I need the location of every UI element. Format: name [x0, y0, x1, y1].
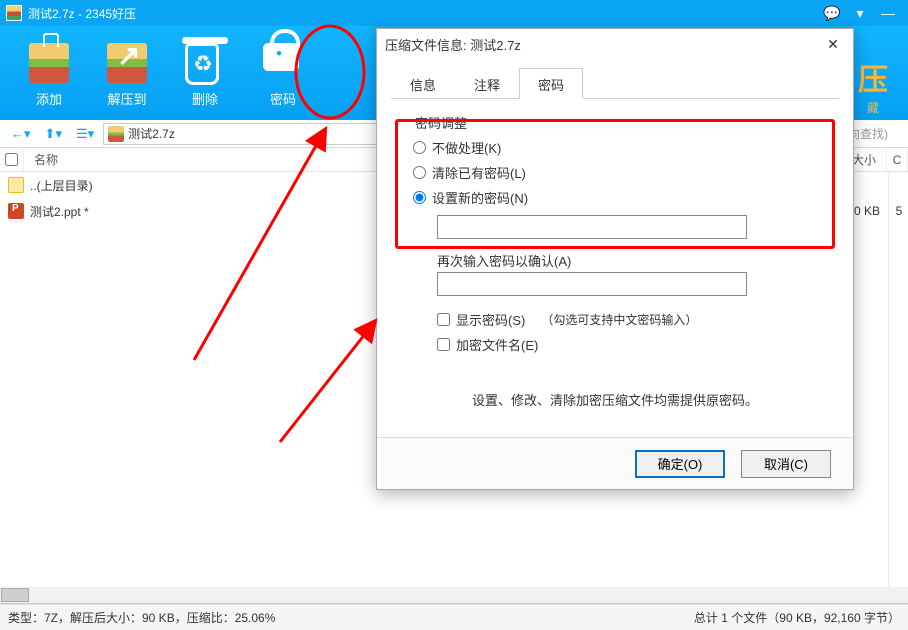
view-list-button[interactable]: ☰▾: [71, 124, 99, 144]
tab-info[interactable]: 信息: [391, 68, 455, 99]
ppt-icon: [8, 203, 24, 219]
address-text: 测试2.7z: [128, 125, 175, 142]
opt-show-password[interactable]: 显示密码(S): [437, 310, 525, 329]
opt-set[interactable]: 设置新的密码(N): [413, 188, 829, 207]
dialog-note: 设置、修改、清除加密压缩文件均需提供原密码。: [401, 390, 829, 409]
radio-set[interactable]: [413, 191, 426, 204]
status-left: 类型：7Z，解压后大小：90 KB，压缩比：25.06%: [8, 609, 275, 626]
dialog-buttons: 确定(O) 取消(C): [377, 437, 853, 489]
col-right[interactable]: C: [887, 148, 908, 171]
opt-encrypt-names[interactable]: 加密文件名(E): [437, 335, 538, 354]
opt-clear[interactable]: 清除已有密码(L): [413, 163, 829, 182]
lock-icon: [263, 43, 299, 71]
scrollbar-thumb[interactable]: [1, 588, 29, 602]
h-scrollbar[interactable]: [0, 587, 908, 603]
password-fieldset: 密码调整 不做处理(K) 清除已有密码(L) 设置新的密码(N) 再次输入密码以…: [401, 113, 829, 354]
feedback-icon[interactable]: 💬: [818, 5, 846, 22]
dialog-tabs: 信息 注释 密码: [391, 67, 839, 99]
delete-label: 删除: [166, 89, 244, 108]
dialog-title: 压缩文件信息: 测试2.7z: [385, 35, 521, 54]
title-bar: 测试2.7z - 2345好压 💬 ▾ —: [0, 0, 908, 26]
add-icon: [29, 43, 69, 83]
checkbox-encrypt-names[interactable]: [437, 338, 450, 351]
app-icon: [6, 5, 22, 21]
ok-button[interactable]: 确定(O): [635, 450, 725, 478]
dialog-body: 密码调整 不做处理(K) 清除已有密码(L) 设置新的密码(N) 再次输入密码以…: [377, 99, 853, 437]
password-input[interactable]: [437, 215, 747, 239]
opt-keep[interactable]: 不做处理(K): [413, 138, 829, 157]
password-button[interactable]: 密码: [244, 29, 322, 116]
delete-button[interactable]: 删除: [166, 43, 244, 116]
add-label: 添加: [10, 89, 88, 108]
extract-label: 解压到: [88, 89, 166, 108]
archive-icon: [108, 126, 124, 142]
window-title: 测试2.7z - 2345好压: [28, 5, 136, 22]
select-all-checkbox[interactable]: [0, 148, 24, 171]
checkbox-show-password[interactable]: [437, 313, 450, 326]
up-button[interactable]: ⬆▾: [40, 124, 67, 144]
trash-icon: [185, 43, 219, 85]
right-badge: 压 藏: [848, 55, 898, 116]
back-button[interactable]: ←▾: [6, 124, 36, 144]
radio-clear[interactable]: [413, 166, 426, 179]
status-right: 总计 1 个文件（90 KB，92,160 字节）: [694, 609, 900, 626]
password-confirm-input[interactable]: [437, 272, 747, 296]
confirm-label: 再次输入密码以确认(A): [437, 251, 829, 270]
archive-info-dialog: 压缩文件信息: 测试2.7z ✕ 信息 注释 密码 密码调整 不做处理(K) 清…: [376, 28, 854, 490]
tab-password[interactable]: 密码: [519, 68, 583, 99]
extract-button[interactable]: 解压到: [88, 43, 166, 116]
menu-icon[interactable]: ▾: [846, 5, 874, 22]
extract-icon: [107, 43, 147, 83]
dialog-title-bar[interactable]: 压缩文件信息: 测试2.7z ✕: [377, 29, 853, 59]
add-button[interactable]: 添加: [10, 43, 88, 116]
password-label: 密码: [244, 89, 322, 108]
status-bar: 类型：7Z，解压后大小：90 KB，压缩比：25.06% 总计 1 个文件（90…: [0, 604, 908, 630]
close-icon[interactable]: ✕: [821, 36, 845, 53]
cancel-button[interactable]: 取消(C): [741, 450, 831, 478]
folder-icon: [8, 177, 24, 193]
tab-comment[interactable]: 注释: [455, 68, 519, 99]
cn-hint: （勾选可支持中文密码输入）: [541, 311, 697, 328]
fieldset-legend: 密码调整: [413, 113, 469, 132]
right-sidebar: [888, 172, 908, 603]
minimize-icon[interactable]: —: [874, 5, 902, 21]
radio-keep[interactable]: [413, 141, 426, 154]
